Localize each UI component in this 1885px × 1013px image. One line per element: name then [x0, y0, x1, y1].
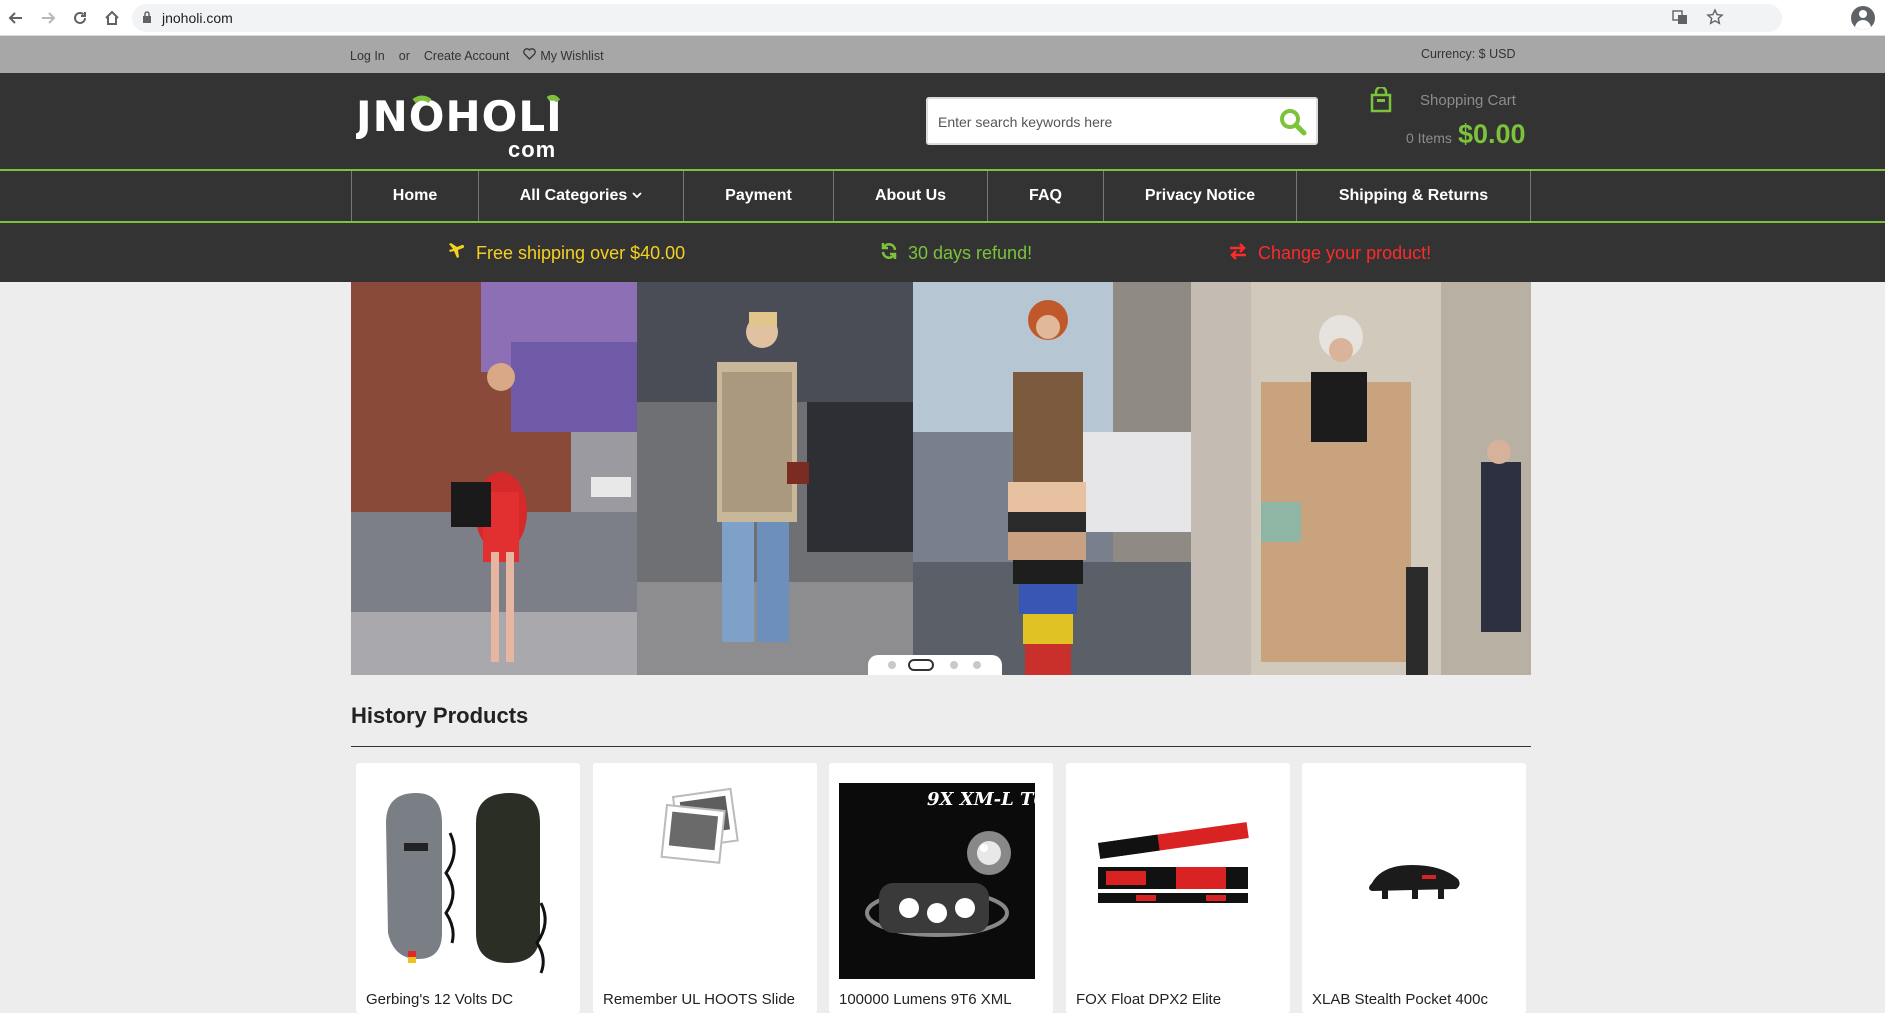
home-icon[interactable]: [96, 2, 128, 34]
cart-item-count: 0 Items: [1406, 130, 1452, 146]
product-card[interactable]: FOX Float DPX2 Elite: [1066, 763, 1290, 1013]
slider-dot-4[interactable]: [973, 661, 981, 669]
product-name[interactable]: Remember UL HOOTS Slide: [603, 991, 813, 1008]
cart-title: Shopping Cart: [1420, 92, 1516, 109]
login-link[interactable]: Log In: [350, 49, 385, 63]
cart-total: $0.00: [1458, 119, 1526, 149]
lock-icon: [142, 10, 152, 26]
product-image-placeholder: [603, 783, 799, 979]
svg-text:JNOHOLI: JNOHOLI: [356, 92, 563, 139]
promo-refund: 30 days refund!: [880, 242, 1032, 265]
slider-dot-1[interactable]: [888, 661, 896, 669]
hero-slider[interactable]: [351, 282, 1531, 675]
nav-about-us-label: About Us: [874, 187, 947, 204]
wishlist-label: My Wishlist: [540, 48, 604, 63]
promo-change-text: Change your product!: [1258, 243, 1432, 263]
site-header: JNOHOLI com Shopping Cart: [0, 73, 1885, 171]
bookmark-star-icon[interactable]: [1706, 7, 1724, 29]
create-account-link[interactable]: Create Account: [424, 49, 509, 63]
product-name[interactable]: 100000 Lumens 9T6 XML: [839, 991, 1049, 1008]
nav-faq[interactable]: FAQ: [988, 171, 1104, 221]
product-card[interactable]: 9X XM-L T6 100000 Lumens 9T6 XML: [829, 763, 1053, 1013]
nav-shipping-returns-label: Shipping & Returns: [1338, 187, 1489, 204]
slide-image-striped-dress: [913, 282, 1191, 675]
product-card[interactable]: Gerbing's 12 Volts DC: [356, 763, 580, 1013]
product-card[interactable]: Remember UL HOOTS Slide: [593, 763, 817, 1013]
nav-home-label: Home: [392, 187, 438, 204]
forward-icon[interactable]: [32, 2, 64, 34]
history-divider: [351, 746, 1531, 747]
search-input[interactable]: [938, 111, 1258, 133]
slider-dot-3[interactable]: [950, 661, 958, 669]
url-text: jnoholi.com: [162, 10, 233, 26]
browser-toolbar: jnoholi.com: [0, 0, 1885, 36]
nav-about-us[interactable]: About Us: [834, 171, 988, 221]
nav-privacy-notice-label: Privacy Notice: [1144, 187, 1256, 204]
history-products-list: Gerbing's 12 Volts DC Remember UL HOOTS …: [356, 763, 1526, 1013]
logo-subtext: com: [508, 137, 557, 162]
nav-shipping-returns[interactable]: Shipping & Returns: [1297, 171, 1531, 221]
site-logo[interactable]: JNOHOLI com: [353, 91, 572, 162]
nav-home[interactable]: Home: [352, 171, 479, 221]
product-image-fox-decals: [1076, 783, 1272, 979]
heart-icon: [523, 48, 537, 63]
search-box: [926, 97, 1318, 145]
product-name[interactable]: FOX Float DPX2 Elite: [1076, 991, 1286, 1008]
slider-dot-2[interactable]: [908, 659, 934, 671]
slide-image-plaid-coat: [637, 282, 913, 675]
search-icon: [1278, 109, 1308, 141]
address-bar[interactable]: jnoholi.com: [132, 4, 1782, 32]
promo-free-shipping-text: Free shipping over $40.00: [476, 243, 686, 263]
refresh-icon: [880, 242, 898, 265]
or-text: or: [398, 48, 410, 63]
promo-free-shipping: Free shipping over $40.00: [448, 242, 685, 265]
exchange-icon: [1228, 242, 1248, 265]
nav-privacy-notice[interactable]: Privacy Notice: [1104, 171, 1297, 221]
history-products-title: History Products: [351, 703, 529, 728]
slide-image-camel-coat: [1191, 282, 1531, 675]
utility-bar: Log In or Create Account My Wishlist Cur…: [0, 36, 1885, 73]
profile-avatar-icon[interactable]: [1851, 6, 1875, 30]
promo-refund-text: 30 days refund!: [908, 243, 1033, 263]
slider-pagination: [868, 655, 1002, 675]
shopping-cart[interactable]: Shopping Cart 0 Items $0.00: [1370, 85, 1535, 157]
promo-bar: Free shipping over $40.00 30 days refund…: [0, 223, 1885, 282]
main-navigation: Home All Categories Payment About Us FAQ…: [0, 171, 1885, 223]
shopping-bag-icon: [1370, 85, 1392, 113]
product-image-xlab-pocket: [1312, 783, 1508, 979]
product-name[interactable]: XLAB Stealth Pocket 400c: [1312, 991, 1522, 1008]
reload-icon[interactable]: [64, 2, 96, 34]
product-name[interactable]: Gerbing's 12 Volts DC: [366, 991, 576, 1008]
product-card[interactable]: XLAB Stealth Pocket 400c: [1302, 763, 1526, 1013]
nav-payment-label: Payment: [725, 187, 792, 204]
nav-all-categories[interactable]: All Categories: [479, 171, 684, 221]
chevron-down-icon: [632, 191, 642, 202]
product-image-heated-insoles: [366, 783, 562, 979]
headlamp-image-text: 9X XM-L T6: [927, 789, 1035, 810]
nav-faq-label: FAQ: [1029, 187, 1062, 204]
promo-change: Change your product!: [1228, 242, 1431, 265]
slide-image-red-outfit: [351, 282, 637, 675]
product-image-headlamp: 9X XM-L T6: [839, 783, 1035, 979]
wishlist-link[interactable]: My Wishlist: [523, 48, 604, 63]
translate-icon[interactable]: [1672, 9, 1688, 28]
nav-all-categories-label: All Categories: [519, 187, 628, 204]
nav-payment[interactable]: Payment: [684, 171, 834, 221]
back-icon[interactable]: [0, 2, 32, 34]
plane-icon: [448, 242, 466, 265]
search-button[interactable]: [1278, 107, 1308, 137]
currency-selector[interactable]: Currency: $ USD: [1421, 47, 1515, 61]
